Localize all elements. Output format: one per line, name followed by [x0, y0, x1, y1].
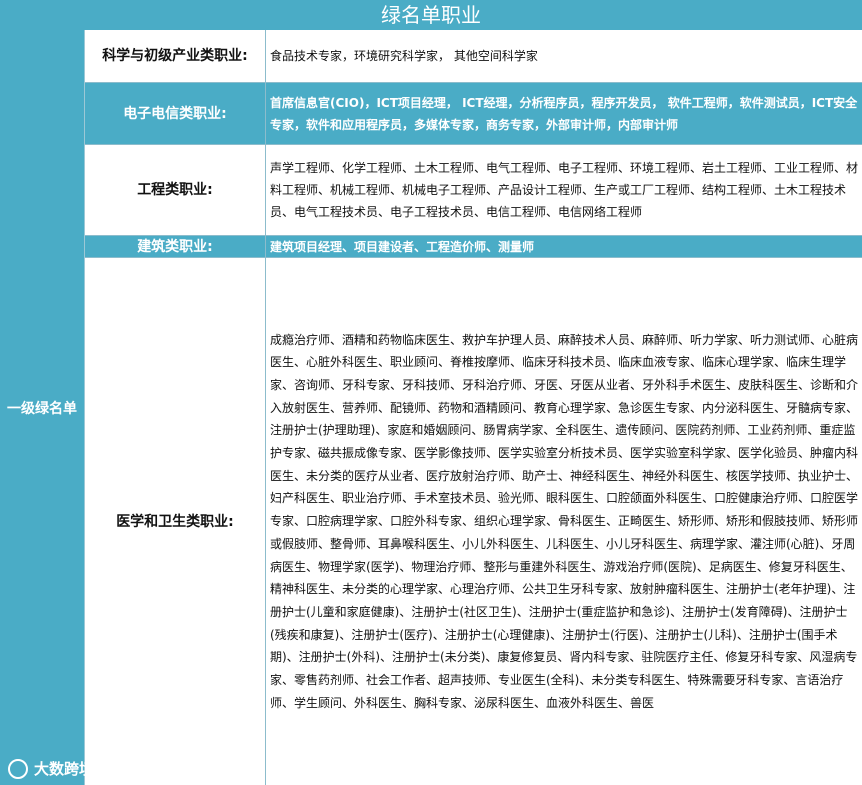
- table-row: 电子电信类职业: 首席信息官(CIO)，ICT项目经理， ICT经理，分析程序员…: [85, 83, 862, 145]
- category-science: 科学与初级产业类职业:: [85, 30, 266, 82]
- brand-logo-text: 大数跨境: [34, 760, 95, 778]
- jobs-medical: 成瘾治疗师、酒精和药物临床医生、救护车护理人员、麻醉技术人员、麻醉师、听力学家、…: [270, 332, 859, 710]
- tier-label: 一级绿名单: [0, 30, 85, 785]
- jobs-engineering: 声学工程师、化学工程师、土木工程师、电气工程师、电子工程师、环境工程师、岩土工程…: [270, 161, 859, 219]
- page-title: 绿名单职业: [0, 0, 862, 30]
- jobs-science: 食品技术专家，环境研究科学家， 其他空间科学家: [270, 49, 538, 63]
- table-row: 工程类职业: 声学工程师、化学工程师、土木工程师、电气工程师、电子工程师、环境工…: [85, 145, 862, 236]
- jobs-electronics: 首席信息官(CIO)，ICT项目经理， ICT经理，分析程序员，程序开发员， 软…: [270, 95, 858, 132]
- table-row: 建筑类职业: 建筑项目经理、项目建设者、工程造价师、测量师: [85, 236, 862, 258]
- table-row: 医学和卫生类职业: 成瘾治疗师、酒精和药物临床医生、救护车护理人员、麻醉技术人员…: [85, 258, 862, 785]
- category-construction: 建筑类职业:: [85, 236, 266, 257]
- category-engineering: 工程类职业:: [85, 145, 266, 235]
- category-electronics: 电子电信类职业:: [85, 83, 266, 144]
- circle-brand-icon: [8, 758, 28, 779]
- brand-logo: 大数跨境: [8, 758, 94, 779]
- category-medical: 医学和卫生类职业:: [85, 258, 266, 785]
- table-row: 科学与初级产业类职业: 食品技术专家，环境研究科学家， 其他空间科学家: [85, 30, 862, 83]
- jobs-construction: 建筑项目经理、项目建设者、工程造价师、测量师: [270, 239, 535, 254]
